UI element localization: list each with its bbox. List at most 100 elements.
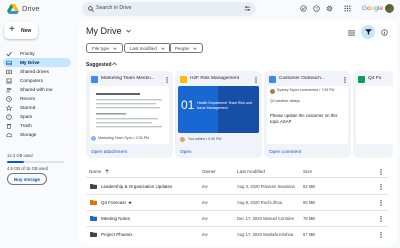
row-modified: Aug 3, 2020 Praveen Swamina	[237, 184, 295, 189]
search-input[interactable]: Search in Drive	[96, 5, 131, 11]
filter-file-type[interactable]: File type	[86, 43, 124, 53]
card-meta: Marketing Team Sync • 2:30 PM	[98, 136, 150, 140]
column-last-modified[interactable]: Last modified	[237, 169, 265, 174]
chevron-down-icon	[160, 46, 165, 50]
more-vert-icon[interactable]	[378, 199, 384, 206]
people-icon	[6, 87, 12, 93]
row-size: 78 MB	[303, 216, 316, 221]
svg-text:?: ?	[315, 6, 318, 11]
open-link[interactable]: Open	[180, 149, 191, 154]
sidebar-item-trash[interactable]	[3, 121, 71, 130]
arrow-up-icon[interactable]	[104, 169, 109, 174]
row-size: 67 MB	[303, 232, 316, 237]
comment-text: Please update the customer on this topic…	[270, 113, 338, 124]
star-icon	[6, 104, 12, 111]
row-owner: me	[202, 232, 208, 237]
more-vert-icon[interactable]	[254, 76, 258, 83]
divider	[86, 194, 388, 195]
sidebar-item-label: Storage	[20, 131, 37, 137]
row-name: Leadership & Organization Updates	[101, 184, 173, 189]
new-button-label: New	[21, 28, 32, 34]
card-title: H2F Risk Management	[190, 76, 240, 81]
apps-grid-icon[interactable]	[343, 4, 352, 13]
card-title: Q4 Fo	[368, 76, 382, 81]
buy-storage-button[interactable]: Buy storage	[7, 173, 47, 185]
filter-button[interactable]	[361, 25, 375, 39]
cloud-icon	[6, 132, 12, 138]
suggested-heading: Suggested	[86, 62, 112, 68]
more-vert-icon[interactable]	[378, 231, 384, 238]
divider	[86, 177, 388, 178]
row-size: 66 MB	[303, 200, 316, 205]
sidebar-item-starred[interactable]	[3, 103, 71, 112]
column-name[interactable]: Name	[89, 169, 102, 174]
filter-people[interactable]: People	[169, 43, 204, 53]
card-title: Customer Outreach...	[279, 76, 325, 81]
folder-icon	[90, 232, 97, 237]
sheets-icon	[358, 76, 365, 83]
column-size[interactable]: Size	[303, 169, 312, 174]
sidebar-item-label: Shared drives	[20, 68, 49, 74]
chevron-up-icon[interactable]	[111, 61, 117, 67]
page-title[interactable]: My Drive	[86, 25, 122, 37]
filter-last-modified[interactable]: Last modified	[124, 43, 171, 53]
slides-icon	[180, 76, 187, 83]
sidebar-item-label: Trash	[20, 122, 32, 128]
row-modified: Dec 17, 2020 Manuel Corrales	[237, 216, 294, 221]
commenter-avatar	[270, 89, 275, 94]
more-vert-icon[interactable]	[165, 76, 169, 83]
row-owner: me	[202, 184, 208, 189]
storage-used-text: 4.5 GB of 15 GB used	[7, 166, 48, 171]
sidebar-item-label: Priority	[20, 50, 35, 56]
app-title: Drive	[22, 4, 40, 13]
chip-label: People	[175, 45, 190, 51]
slide-number: 01	[181, 98, 195, 112]
card-meta: You edited • 9:30 PM	[188, 137, 222, 141]
sidebar-item-label: Spam	[20, 113, 33, 119]
sheet-preview	[356, 86, 393, 144]
chevron-down-icon[interactable]	[125, 28, 131, 34]
list-view-icon[interactable]	[347, 28, 356, 37]
settings-gear-icon[interactable]	[325, 4, 334, 13]
row-name: Project Phoenix	[101, 232, 133, 237]
account-avatar[interactable]	[384, 3, 395, 14]
clock-icon	[6, 95, 12, 102]
row-owner: me	[202, 216, 208, 221]
sidebar-item-recent[interactable]	[3, 94, 71, 103]
sidebar-item-storage[interactable]	[3, 130, 71, 139]
spam-icon	[6, 113, 12, 120]
folder-icon	[90, 216, 97, 221]
folder-icon	[90, 200, 97, 205]
column-owner[interactable]: Owner	[202, 169, 216, 174]
more-vert-icon[interactable]	[343, 76, 347, 83]
sidebar-item-spam[interactable]	[3, 112, 71, 121]
search-options-icon[interactable]	[244, 5, 251, 12]
sidebar-item-label: Starred	[20, 104, 36, 110]
row-modified: Aug 17, 2020 Mustafa Krishna	[237, 232, 294, 237]
search-icon[interactable]	[87, 5, 94, 12]
chevron-down-icon	[113, 46, 117, 50]
event-icon	[91, 136, 96, 141]
help-icon[interactable]: ?	[312, 4, 321, 13]
sidebar-item-priority[interactable]	[3, 49, 71, 58]
card-title: Marketing Team Meetin...	[101, 76, 155, 81]
offline-status-icon[interactable]	[299, 4, 308, 13]
user-avatar	[180, 137, 185, 142]
computer-icon	[6, 78, 12, 84]
more-vert-icon[interactable]	[378, 168, 384, 175]
open-attachment-link[interactable]: Open attachment	[91, 149, 127, 154]
row-modified: Aug 9, 2020 Ruchi Zhou	[237, 200, 283, 205]
more-vert-icon[interactable]	[378, 183, 384, 190]
info-icon[interactable]	[380, 28, 389, 37]
shared-drives-icon	[6, 69, 12, 75]
comment-subject: Q4 weather delays	[270, 99, 300, 103]
storage-bar-fill	[7, 161, 25, 163]
my-drive-icon	[6, 60, 12, 66]
sidebar-item-label: Computers	[20, 77, 43, 83]
starred-icon: ★	[128, 199, 133, 205]
row-name: Q4 Forecast	[101, 200, 126, 205]
more-vert-icon[interactable]	[378, 215, 384, 222]
storage-total: 12.3 GB used	[7, 153, 33, 158]
priority-icon	[6, 51, 12, 57]
open-comment-link[interactable]: Open comment	[269, 149, 301, 154]
